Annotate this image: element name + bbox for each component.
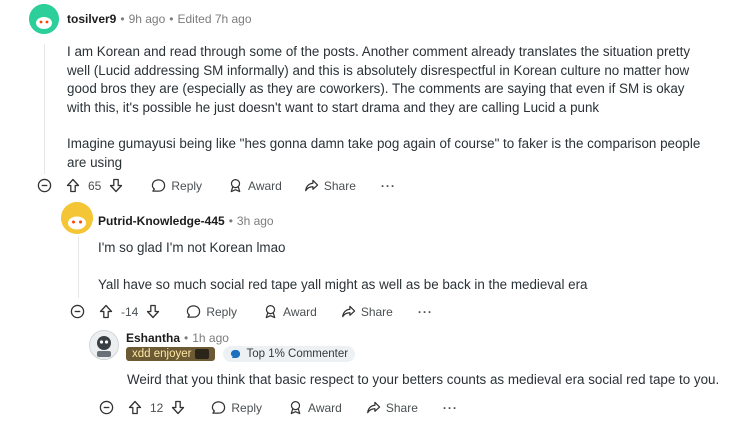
reply-button[interactable]: Reply <box>186 304 237 319</box>
more-icon[interactable]: ··· <box>381 179 396 193</box>
comment-actions: 65 Reply Award Share ··· <box>37 178 396 193</box>
collapse-icon[interactable] <box>37 178 52 193</box>
reply-button[interactable]: Reply <box>211 400 262 415</box>
share-icon <box>341 304 356 319</box>
username[interactable]: tosilver9 <box>67 12 116 26</box>
user-flair[interactable]: xdd enjoyer <box>126 347 216 361</box>
comment-actions: -14 Reply Award Share ··· <box>70 304 433 319</box>
timestamp: 3h ago <box>236 214 274 228</box>
vote-group: 65 <box>66 178 123 193</box>
comment-meta: Eshantha • 1h ago <box>126 331 229 345</box>
custom-avatar-icon <box>90 331 118 359</box>
comment-paragraph: I'm so glad I'm not Korean lmao <box>98 240 286 255</box>
comment-paragraph: Yall have so much social red tape yall m… <box>98 276 588 292</box>
reply-label: Reply <box>171 178 203 193</box>
more-icon[interactable]: ··· <box>443 401 458 415</box>
avatar[interactable] <box>29 4 59 34</box>
award-label: Award <box>248 178 282 193</box>
more-icon[interactable]: ··· <box>418 305 433 319</box>
comment-body: I am Korean and read through some of the… <box>67 43 707 172</box>
avatar[interactable] <box>61 202 93 234</box>
reply-label: Reply <box>231 400 263 415</box>
reply-label: Reply <box>206 304 238 319</box>
upvote-icon[interactable] <box>99 304 113 319</box>
reply-icon <box>186 304 201 319</box>
award-label: Award <box>283 304 317 319</box>
share-icon <box>366 400 381 415</box>
edited-label: Edited 7h ago <box>177 12 252 26</box>
award-label: Award <box>308 400 342 415</box>
award-button[interactable]: Award <box>263 304 317 319</box>
vote-score: -14 <box>121 304 139 319</box>
flair-row: xdd enjoyer Top 1% Commenter <box>126 346 356 362</box>
separator-dot: • <box>120 12 125 26</box>
award-icon <box>288 400 303 415</box>
comment-body: I'm so glad I'm not Korean lmao Yall hav… <box>98 239 718 294</box>
thread-line <box>78 236 79 298</box>
top-commenter-label: Top 1% Commenter <box>246 348 349 360</box>
vote-group: -14 <box>99 304 160 319</box>
award-button[interactable]: Award <box>228 178 282 193</box>
snoo-avatar-icon <box>61 202 93 234</box>
separator-dot: • <box>228 214 233 228</box>
avatar[interactable] <box>89 330 119 360</box>
award-icon <box>263 304 278 319</box>
timestamp: 1h ago <box>192 331 229 345</box>
collapse-icon[interactable] <box>70 304 85 319</box>
reply-button[interactable]: Reply <box>151 178 202 193</box>
username[interactable]: Eshantha <box>126 331 180 345</box>
comment-actions: 12 Reply Award Share ··· <box>99 400 458 415</box>
share-button[interactable]: Share <box>366 400 418 415</box>
share-label: Share <box>360 304 393 319</box>
comment-paragraph: Weird that you think that basic respect … <box>127 372 720 387</box>
comment-paragraph: I am Korean and read through some of the… <box>67 44 691 115</box>
upvote-icon[interactable] <box>66 178 80 193</box>
upvote-icon[interactable] <box>128 400 142 415</box>
downvote-icon[interactable] <box>146 304 160 319</box>
vote-score: 65 <box>88 178 102 193</box>
share-label: Share <box>385 400 418 415</box>
comment-meta: tosilver9 • 9h ago • Edited 7h ago <box>67 12 252 26</box>
downvote-icon[interactable] <box>109 178 123 193</box>
collapse-icon[interactable] <box>99 400 114 415</box>
chat-bubble-icon <box>230 349 241 360</box>
downvote-icon[interactable] <box>171 400 185 415</box>
comment-paragraph: Imagine gumayusi being like "hes gonna d… <box>67 136 701 170</box>
top-commenter-badge[interactable]: Top 1% Commenter <box>223 346 356 362</box>
comment-meta: Putrid-Knowledge-445 • 3h ago <box>98 214 274 228</box>
reply-icon <box>151 178 166 193</box>
snoo-avatar-icon <box>29 4 59 34</box>
award-icon <box>228 178 243 193</box>
username[interactable]: Putrid-Knowledge-445 <box>98 214 225 228</box>
comment-body: Weird that you think that basic respect … <box>127 371 737 390</box>
share-label: Share <box>323 178 356 193</box>
share-button[interactable]: Share <box>341 304 393 319</box>
separator-dot: • <box>169 12 174 26</box>
share-icon <box>304 178 319 193</box>
user-flair-label: xdd enjoyer <box>132 348 192 360</box>
vote-score: 12 <box>150 400 164 415</box>
thread-line <box>44 44 45 174</box>
flair-emote-icon <box>195 349 210 359</box>
separator-dot: • <box>184 331 189 345</box>
reply-icon <box>211 400 226 415</box>
timestamp: 9h ago <box>128 12 166 26</box>
vote-group: 12 <box>128 400 185 415</box>
share-button[interactable]: Share <box>304 178 356 193</box>
award-button[interactable]: Award <box>288 400 342 415</box>
